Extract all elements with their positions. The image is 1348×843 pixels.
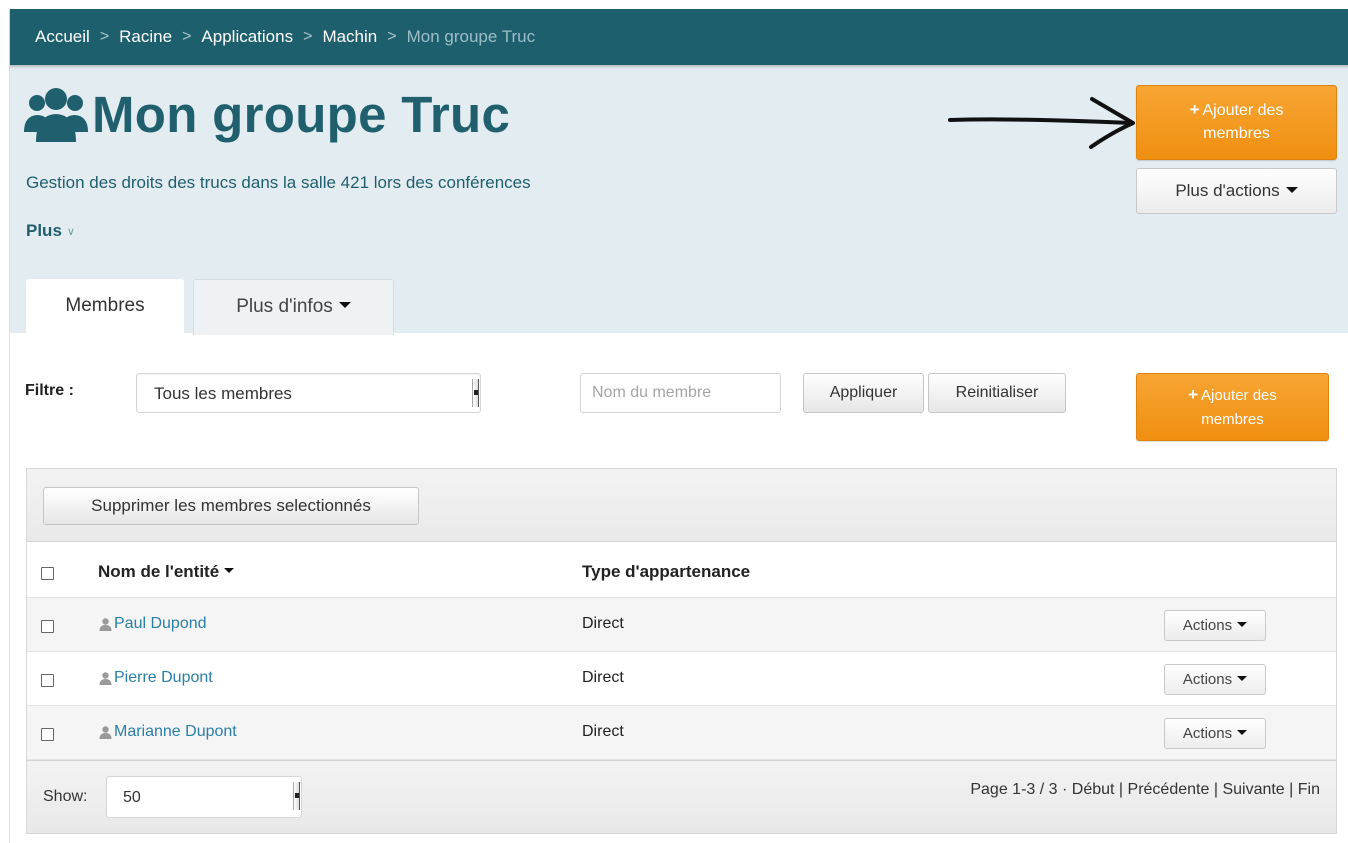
group-title: Mon groupe Truc: [92, 86, 511, 143]
pagination-first[interactable]: Début: [1072, 781, 1115, 798]
membership-type: Direct: [582, 615, 624, 632]
member-filter-value: Tous les membres: [154, 384, 292, 403]
breadcrumb-applications[interactable]: Applications: [201, 27, 293, 47]
row-actions-label: Actions: [1182, 725, 1233, 742]
member-link[interactable]: Marianne Dupont: [99, 723, 237, 741]
delete-selected-button[interactable]: Supprimer les membres selectionnés: [43, 487, 419, 525]
membership-type: Direct: [582, 669, 624, 686]
breadcrumb-machin[interactable]: Machin: [322, 27, 377, 47]
annotation-arrow-icon: [948, 97, 1135, 149]
row-checkbox[interactable]: [41, 674, 54, 687]
page-title: Mon groupe Truc: [24, 85, 510, 144]
breadcrumb-racine[interactable]: Racine: [119, 27, 172, 47]
column-header-name[interactable]: Nom de l'entité: [98, 562, 235, 582]
pagination-divider: |: [1213, 781, 1218, 798]
user-icon: [99, 671, 112, 685]
column-header-name-label: Nom de l'entité: [98, 562, 220, 581]
pagination: Page 1-3 / 3 · Début | Précédente | Suiv…: [970, 781, 1320, 799]
breadcrumb-separator: >: [387, 28, 397, 45]
add-members-button-secondary[interactable]: + Ajouter des membres: [1136, 373, 1329, 441]
plus-toggle[interactable]: Plus ∨: [26, 221, 75, 241]
tab-membres-label: Membres: [65, 295, 145, 316]
pagination-divider: |: [1118, 781, 1124, 798]
page-size-select[interactable]: 50: [106, 776, 302, 818]
breadcrumb-separator: >: [303, 28, 313, 45]
table-row: Pierre Dupont Direct Actions: [27, 652, 1336, 706]
page-size-value: 50: [123, 789, 141, 806]
page-info: Page 1-3 / 3 ·: [970, 781, 1068, 798]
users-icon: [24, 87, 88, 142]
pagination-last[interactable]: Fin: [1298, 781, 1320, 798]
caret-down-icon: [1285, 186, 1298, 193]
member-filter-select[interactable]: Tous les membres: [136, 373, 481, 413]
row-actions-label: Actions: [1182, 671, 1233, 688]
row-checkbox[interactable]: [41, 728, 54, 741]
row-checkbox[interactable]: [41, 620, 54, 633]
caret-down-icon: [338, 301, 351, 308]
table-row: Paul Dupond Direct Actions: [27, 598, 1336, 652]
breadcrumb-separator: >: [99, 28, 110, 45]
tab-membres[interactable]: Membres: [26, 279, 184, 335]
tab-plus-infos-label: Plus d'infos: [236, 296, 333, 317]
member-name: Marianne Dupont: [114, 723, 237, 740]
caret-down-icon: [1237, 729, 1248, 735]
select-scroll-icon: [293, 782, 300, 810]
add-members-label-line2: membres: [1201, 411, 1264, 428]
select-all-checkbox[interactable]: [41, 567, 54, 580]
pagination-divider: |: [1289, 781, 1294, 798]
filter-label: Filtre :: [25, 382, 74, 399]
member-name: Paul Dupond: [114, 615, 207, 632]
member-name: Pierre Dupont: [114, 669, 213, 686]
chevron-down-icon: ∨: [66, 225, 75, 238]
more-actions-button[interactable]: Plus d'actions: [1136, 168, 1337, 214]
breadcrumb: Accueil > Racine > Applications > Machin…: [10, 9, 1348, 65]
plus-icon: +: [1188, 385, 1199, 404]
user-icon: [99, 617, 112, 631]
group-description: Gestion des droits des trucs dans la sal…: [26, 173, 531, 192]
table-row: Marianne Dupont Direct Actions: [27, 706, 1336, 760]
breadcrumb-accueil[interactable]: Accueil: [35, 27, 90, 47]
row-actions-button[interactable]: Actions: [1164, 664, 1266, 695]
row-actions-button[interactable]: Actions: [1164, 718, 1266, 749]
plus-icon: +: [1189, 100, 1200, 119]
tab-plus-infos[interactable]: Plus d'infos: [193, 279, 394, 335]
members-table: Supprimer les membres selectionnés Nom d…: [26, 468, 1337, 834]
membership-type: Direct: [582, 723, 624, 740]
breadcrumb-separator: >: [182, 28, 192, 45]
group-header: Mon groupe Truc Gestion des droits des t…: [10, 65, 1348, 335]
apply-button[interactable]: Appliquer: [803, 373, 924, 413]
show-label: Show:: [43, 788, 88, 805]
page-frame: Accueil > Racine > Applications > Machin…: [9, 9, 1348, 843]
more-actions-label: Plus d'actions: [1175, 181, 1280, 200]
breadcrumb-current: Mon groupe Truc: [406, 27, 536, 46]
add-members-button[interactable]: + Ajouter des membres: [1136, 85, 1337, 160]
caret-down-icon: [1237, 621, 1248, 627]
pagination-previous[interactable]: Précédente: [1128, 781, 1210, 798]
column-header-type: Type d'appartenance: [582, 562, 751, 581]
row-actions-button[interactable]: Actions: [1164, 610, 1266, 641]
select-scroll-icon: [472, 379, 479, 407]
member-name-input[interactable]: [580, 373, 781, 413]
caret-down-icon: [1237, 675, 1248, 681]
member-link[interactable]: Paul Dupond: [99, 615, 207, 633]
pagination-next[interactable]: Suivante: [1222, 781, 1284, 798]
table-header: Nom de l'entité Type d'appartenance: [27, 542, 1336, 598]
member-link[interactable]: Pierre Dupont: [99, 669, 213, 687]
plus-toggle-label: Plus: [26, 221, 62, 240]
sort-caret-icon: [224, 568, 235, 574]
reset-button[interactable]: Reinitialiser: [928, 373, 1066, 413]
table-toolbar: Supprimer les membres selectionnés: [27, 469, 1336, 542]
user-icon: [99, 725, 112, 739]
add-members-label-line1: Ajouter des: [1202, 102, 1284, 119]
add-members-label-line1: Ajouter des: [1201, 387, 1277, 404]
row-actions-label: Actions: [1182, 617, 1233, 634]
table-footer: Show: 50 Page 1-3 / 3 · Début | Précéden…: [27, 760, 1336, 833]
add-members-label-line2: membres: [1203, 125, 1270, 142]
